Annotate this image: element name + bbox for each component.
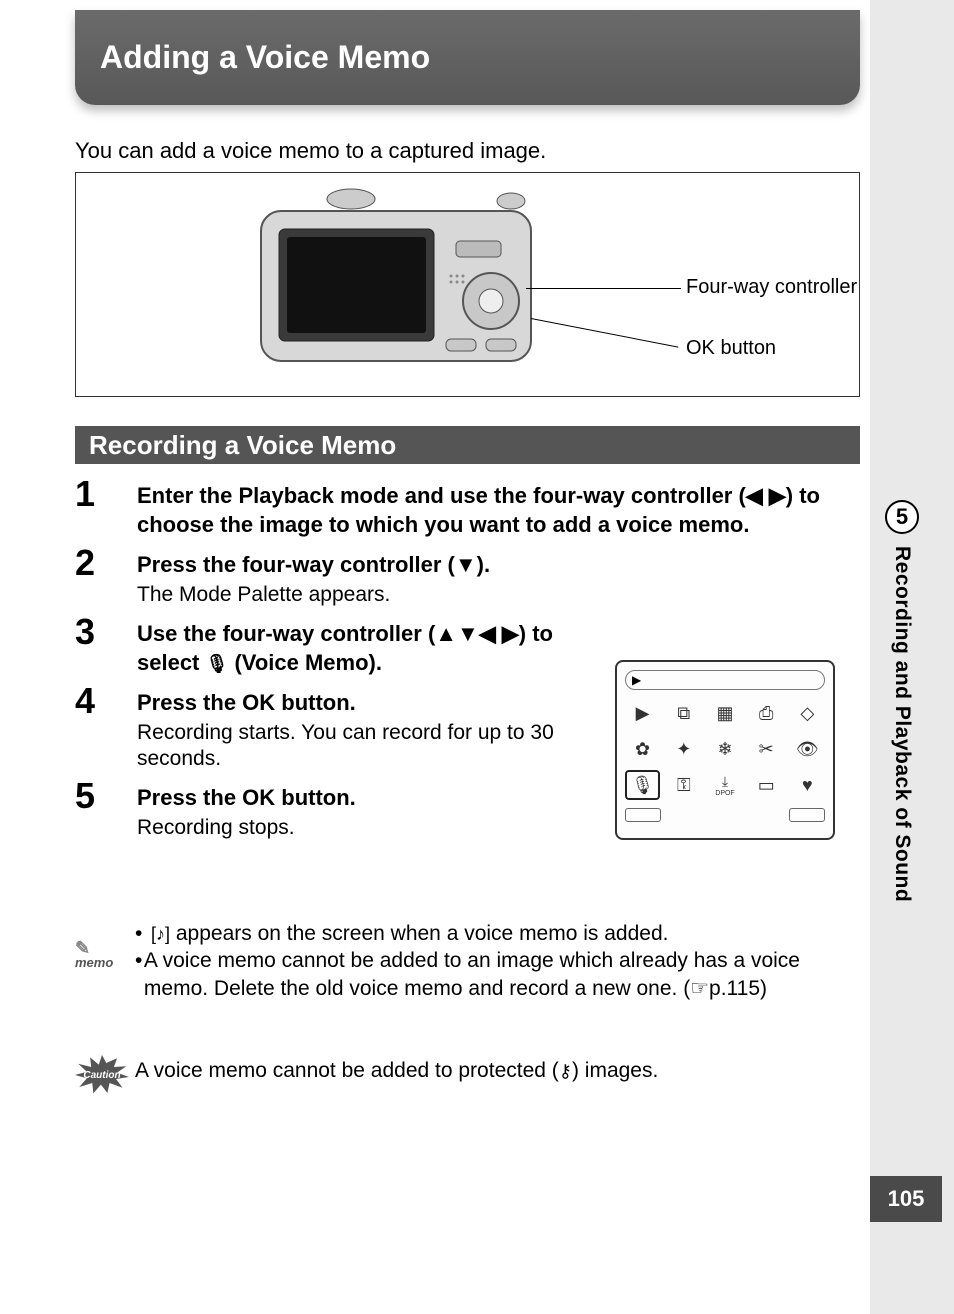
step-number: 4 <box>75 683 137 719</box>
memo-icon: memo <box>75 920 135 1002</box>
palette-icon: ▭ <box>749 770 784 800</box>
section-heading-bar: Recording a Voice Memo <box>75 426 860 464</box>
palette-icon: ⧉ <box>666 698 701 728</box>
palette-icon: ♥ <box>790 770 825 800</box>
palette-icon: ✿ <box>625 734 660 764</box>
palette-icon: 👁 <box>790 734 825 764</box>
palette-icon: ▶ <box>625 698 660 728</box>
palette-footer-button <box>625 808 661 822</box>
memo-bullet: • [♪] appears on the screen when a voice… <box>135 920 860 947</box>
step-subtext: The Mode Palette appears. <box>137 582 860 608</box>
intro-text: You can add a voice memo to a captured i… <box>75 138 546 164</box>
step-1: 1 Enter the Playback mode and use the fo… <box>75 476 860 539</box>
step-text: Use the four-way controller (▲▼◀ ▶) to s… <box>137 620 577 677</box>
palette-icon: ✂ <box>749 734 784 764</box>
memo-bullet: • A voice memo cannot be added to an ima… <box>135 947 860 1002</box>
mode-palette: ▶ ▶ ⧉ ▦ ⎙ ◇ ✿ ✦ ❄ ✂ 👁 🎙 ⚿ ⤓DPOF ▭ ♥ <box>615 660 835 840</box>
step-text: Enter the Playback mode and use the four… <box>137 482 860 539</box>
step-number: 2 <box>75 545 137 581</box>
palette-icon: ▦ <box>707 698 742 728</box>
palette-icon: ◇ <box>790 698 825 728</box>
leader-line <box>531 318 678 348</box>
palette-icon: ⎙ <box>749 698 784 728</box>
play-icon: ▶ <box>632 673 641 687</box>
step-text: Press the four-way controller (▼). <box>137 551 860 580</box>
step-number: 1 <box>75 476 137 512</box>
crossref-icon: ☞ <box>690 976 709 1000</box>
chapter-label: Recording and Playback of Sound <box>890 546 914 902</box>
caution-note: Caution A voice memo cannot be added to … <box>75 1055 860 1095</box>
step-number: 3 <box>75 614 137 650</box>
chapter-tab: 5 Recording and Playback of Sound <box>882 500 922 902</box>
palette-footer-button <box>789 808 825 822</box>
section-heading: Recording a Voice Memo <box>89 430 396 461</box>
camera-illustration <box>251 181 551 381</box>
camera-diagram: Four-way controller OK button <box>75 172 860 397</box>
step-subtext: Recording starts. You can record for up … <box>137 720 577 773</box>
step-number: 5 <box>75 778 137 814</box>
step-text: Press the OK button. <box>137 689 577 718</box>
page-number: 105 <box>870 1176 942 1222</box>
palette-icon-selected: 🎙 <box>625 770 660 800</box>
step-2: 2 Press the four-way controller (▼). The… <box>75 545 860 608</box>
caution-text: A voice memo cannot be added to protecte… <box>135 1055 860 1083</box>
palette-icon: ⚿ <box>666 770 701 800</box>
palette-header: ▶ <box>625 670 825 690</box>
memo-note: memo • [♪] appears on the screen when a … <box>75 920 860 1002</box>
diagram-label-fourway: Four-way controller <box>686 276 857 299</box>
page-title: Adding a Voice Memo <box>100 39 430 76</box>
caution-icon: Caution <box>75 1055 135 1095</box>
leader-line <box>526 288 681 289</box>
palette-icon: ✦ <box>666 734 701 764</box>
chapter-number: 5 <box>885 500 919 534</box>
sound-indicator-icon: [♪] <box>151 924 170 944</box>
page-title-bar: Adding a Voice Memo <box>75 10 860 105</box>
protect-key-icon: ⚷ <box>559 1061 572 1081</box>
diagram-label-ok: OK button <box>686 337 776 360</box>
palette-icon: ❄ <box>707 734 742 764</box>
palette-icon: ⤓DPOF <box>707 770 742 800</box>
voice-memo-icon: 🎙 <box>206 653 229 673</box>
